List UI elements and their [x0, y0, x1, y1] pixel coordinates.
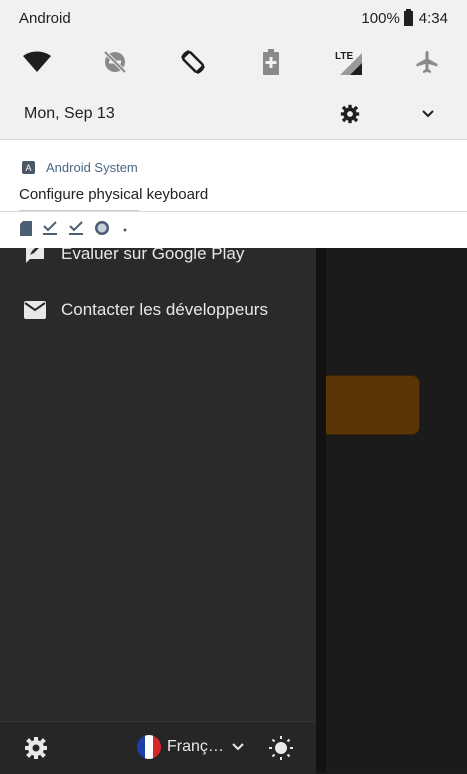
- dnd-off-icon[interactable]: [98, 40, 132, 84]
- settings-gear-icon[interactable]: [24, 736, 48, 760]
- theme-toggle-sun-icon[interactable]: [268, 735, 294, 761]
- gear-icon[interactable]: [340, 104, 362, 126]
- lte-signal-icon[interactable]: LTE: [332, 40, 366, 84]
- language-selector[interactable]: Franç…: [137, 735, 244, 759]
- flag-stripe-white: [145, 735, 153, 759]
- notification-shade: Android 100% 4:34 LTE Mon, Sep 13 A Andr…: [0, 0, 467, 248]
- more-dot-icon: [120, 222, 130, 240]
- drawer-bottom-bar: Franç…: [0, 721, 316, 774]
- mail-icon: [22, 297, 48, 323]
- clock: 4:34: [418, 10, 448, 27]
- language-label: Franç…: [167, 738, 224, 755]
- status-bar: Android 100% 4:34: [0, 0, 467, 36]
- wifi-icon[interactable]: [20, 40, 54, 84]
- airplane-mode-icon[interactable]: [410, 40, 444, 84]
- carrier-label: Android: [19, 10, 71, 27]
- download-done-icon: [42, 221, 58, 240]
- flag-stripe-red: [153, 735, 161, 759]
- shade-header: Mon, Sep 13: [0, 96, 467, 136]
- status-right: 100% 4:34: [361, 9, 448, 27]
- shade-date: Mon, Sep 13: [24, 105, 115, 122]
- battery-percent: 100%: [361, 10, 400, 27]
- divider: [0, 211, 467, 212]
- drawer-item-label: Contacter les développeurs: [61, 300, 268, 319]
- primary-action-button[interactable]: [310, 375, 420, 435]
- france-flag-icon: [137, 735, 161, 759]
- expand-chevron-icon[interactable]: [420, 106, 438, 124]
- download-done-icon: [68, 221, 84, 240]
- notification-app-name: Android System: [46, 160, 138, 175]
- android-system-app-icon: A: [22, 161, 35, 174]
- notification-title: Configure physical keyboard: [19, 186, 209, 203]
- sd-card-icon: [20, 220, 32, 241]
- svg-text:LTE: LTE: [335, 51, 353, 62]
- battery-saver-icon[interactable]: [254, 40, 288, 84]
- quick-settings-row: LTE: [0, 40, 467, 84]
- notification-card[interactable]: A Android System Configure physical keyb…: [0, 139, 467, 248]
- notification-header: A Android System: [22, 160, 138, 175]
- auto-rotate-icon[interactable]: [176, 40, 210, 84]
- chevron-down-icon: [232, 738, 244, 756]
- flag-stripe-blue: [137, 735, 145, 759]
- battery-icon: [403, 9, 413, 26]
- drawer-item-contact[interactable]: Contacter les développeurs: [0, 286, 316, 334]
- sync-circle-icon: [94, 220, 110, 241]
- notification-icon-strip: [20, 220, 130, 241]
